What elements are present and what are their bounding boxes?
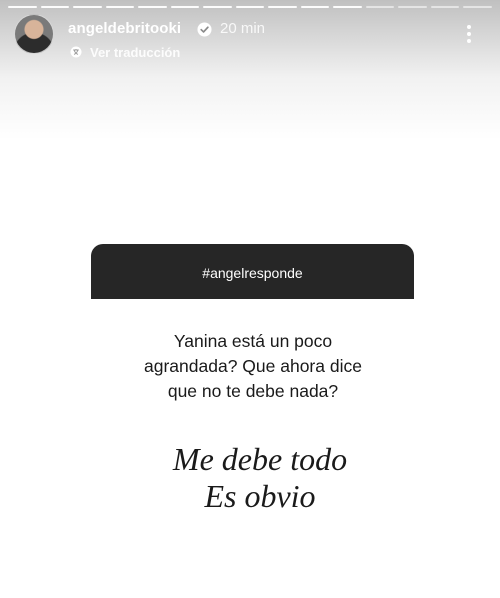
question-sticker-header: #angelresponde [91,244,414,299]
progress-segment [430,6,460,8]
question-line: Yanina está un poco [173,331,333,351]
question-hashtag: #angelresponde [202,265,303,281]
post-time: 20 min [220,20,266,37]
see-translation-link[interactable]: Ver traducción [90,45,180,60]
progress-segment [463,6,492,8]
progress-segment [235,6,265,8]
avatar[interactable] [14,14,54,54]
progress-segment [73,6,102,8]
progress-segment [300,6,330,8]
progress-segment [398,6,427,8]
progress-segment [8,6,37,8]
verified-icon [197,22,212,37]
progress-segment [40,6,70,8]
progress-segment [268,6,297,8]
progress-segment [105,6,135,8]
progress-segment [333,6,362,8]
progress-segment [138,6,167,8]
question-line: agrandada? Que ahora dice [144,356,362,376]
answer-line: Es obvio [204,478,316,514]
username[interactable]: angeldebritooki [68,20,181,37]
progress-segment [365,6,395,8]
answer-text: Me debe todo Es obvio [100,441,420,515]
translate-icon [70,46,82,58]
question-text: Yanina está un poco agrandada? Que ahora… [140,329,366,404]
story-progress-bar [8,6,492,8]
progress-segment [170,6,200,8]
more-vertical-icon[interactable] [462,24,476,44]
question-line: que no te debe nada? [167,381,339,401]
answer-line: Me debe todo [172,441,348,477]
progress-segment [203,6,232,8]
